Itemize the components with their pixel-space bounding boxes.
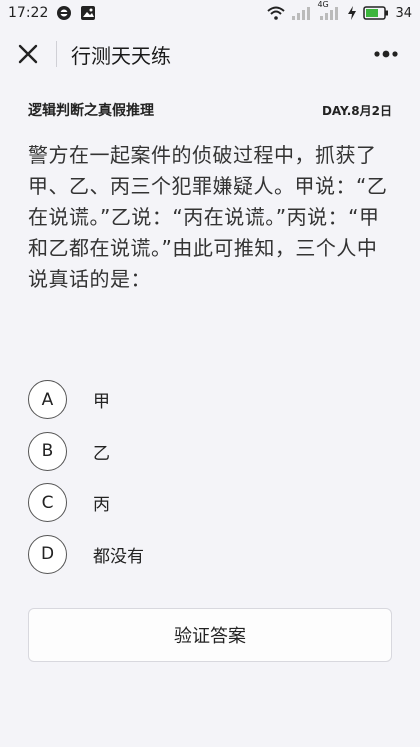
option-label: 乙 — [93, 443, 110, 464]
app-notification-icon — [56, 5, 72, 21]
charging-icon — [347, 6, 357, 20]
network-label: 4G — [317, 0, 329, 9]
page-title: 行测天天练 — [71, 43, 171, 68]
option-label: 甲 — [93, 392, 110, 413]
option-label: 都没有 — [93, 546, 144, 567]
status-right: 4G 34 — [267, 0, 412, 21]
image-notification-icon — [80, 5, 96, 21]
option-a[interactable]: A 甲 — [28, 374, 392, 426]
nav-bar: 行测天天练 — [0, 28, 420, 80]
status-left: 17:22 — [8, 5, 96, 21]
verify-answer-button[interactable]: 验证答案 — [28, 608, 392, 662]
signal-4g-icon: 4G — [317, 0, 341, 20]
question-meta: 逻辑判断之真假推理 DAY.8月2日 — [28, 100, 392, 120]
close-icon — [18, 44, 38, 64]
option-label: 丙 — [93, 495, 110, 516]
option-letter: B — [28, 431, 67, 471]
option-letter: C — [28, 483, 67, 523]
wifi-icon — [267, 6, 286, 20]
question-day: DAY.8月2日 — [321, 104, 392, 118]
close-button[interactable] — [0, 28, 56, 80]
option-d[interactable]: D 都没有 — [28, 529, 392, 581]
option-letter: D — [28, 534, 67, 574]
question-category: 逻辑判断之真假推理 — [28, 103, 154, 119]
option-b[interactable]: B 乙 — [28, 426, 392, 478]
more-dots-icon — [374, 50, 398, 58]
nav-divider — [56, 41, 57, 67]
option-c[interactable]: C 丙 — [28, 477, 392, 529]
status-bar: 17:22 4G 34 — [0, 0, 420, 26]
battery-level: 34 — [395, 5, 412, 21]
answer-options: A 甲 B 乙 C 丙 D 都没有 — [28, 374, 392, 580]
more-button[interactable] — [366, 28, 406, 80]
option-letter: A — [28, 380, 67, 420]
status-time: 17:22 — [8, 5, 49, 21]
battery-icon — [363, 6, 389, 20]
question-text: 警方在一起案件的侦破过程中，抓获了甲、乙、丙三个犯罪嫌疑人。甲说：“乙在说谎。”… — [28, 143, 388, 291]
signal-strength-icon — [291, 6, 313, 20]
